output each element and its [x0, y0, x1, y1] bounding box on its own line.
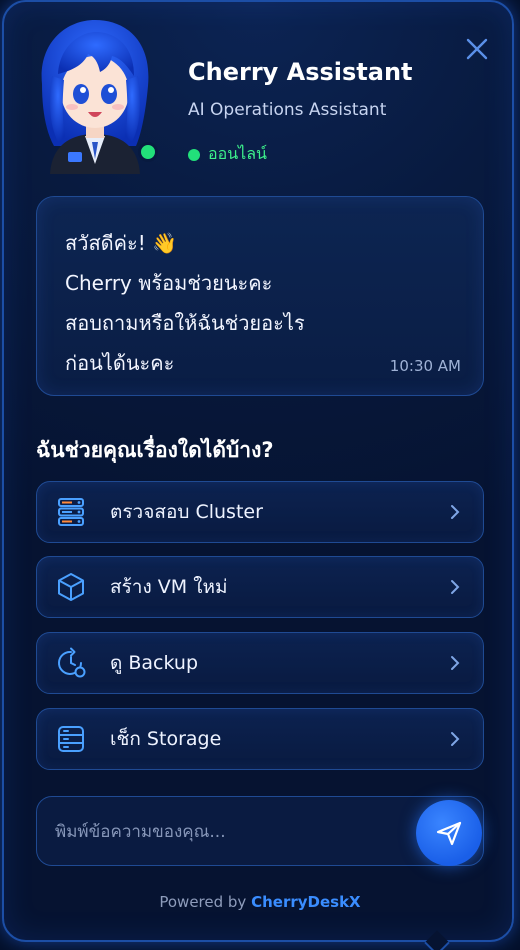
assistant-role: AI Operations Assistant [188, 100, 387, 120]
send-button[interactable] [416, 800, 482, 866]
chevron-right-icon [451, 656, 460, 670]
action-label: ดู Backup [110, 652, 199, 674]
server-cluster-icon [54, 495, 88, 529]
send-icon [436, 821, 462, 846]
message-timestamp: 10:30 AM [389, 357, 461, 375]
assistant-name: Cherry Assistant [188, 58, 413, 86]
chevron-right-icon [451, 505, 460, 519]
powered-by-prefix: Powered by [159, 893, 247, 911]
storage-icon [54, 722, 88, 756]
backup-clock-icon [54, 646, 88, 680]
message-input[interactable] [55, 815, 415, 849]
message-text: สวัสดีค่ะ! 👋 Cherry พร้อมช่วยนะคะ สอบถาม… [65, 223, 305, 383]
action-label: เช็ก Storage [110, 728, 222, 750]
action-create-vm[interactable]: สร้าง VM ใหม่ [36, 556, 484, 618]
action-label: สร้าง VM ใหม่ [110, 576, 228, 598]
message-line: สอบถามหรือให้ฉันช่วยอะไร [65, 311, 305, 335]
brand-link[interactable]: CherryDeskX [251, 893, 361, 911]
status-badge: ออนไลน์ [188, 142, 267, 167]
chevron-right-icon [451, 732, 460, 746]
chevron-right-icon [451, 580, 460, 594]
cube-icon [54, 570, 88, 604]
assistant-message-bubble: สวัสดีค่ะ! 👋 Cherry พร้อมช่วยนะคะ สอบถาม… [36, 196, 484, 396]
action-view-backup[interactable]: ดู Backup [36, 632, 484, 694]
quick-actions-title: ฉันช่วยคุณเรื่องใดได้บ้าง? [36, 438, 274, 462]
action-check-storage[interactable]: เช็ก Storage [36, 708, 484, 770]
message-line: สวัสดีค่ะ! 👋 [65, 231, 178, 255]
message-line: ก่อนได้นะคะ [65, 351, 175, 375]
action-check-cluster[interactable]: ตรวจสอบ Cluster [36, 481, 484, 543]
message-line: Cherry พร้อมช่วยนะคะ [65, 271, 273, 295]
action-label: ตรวจสอบ Cluster [110, 501, 263, 523]
status-label: ออนไลน์ [208, 144, 267, 163]
online-dot-icon [188, 148, 200, 161]
avatar-online-indicator [138, 142, 158, 162]
powered-by: Powered by CherryDeskX [0, 893, 520, 911]
close-icon[interactable] [464, 36, 490, 62]
